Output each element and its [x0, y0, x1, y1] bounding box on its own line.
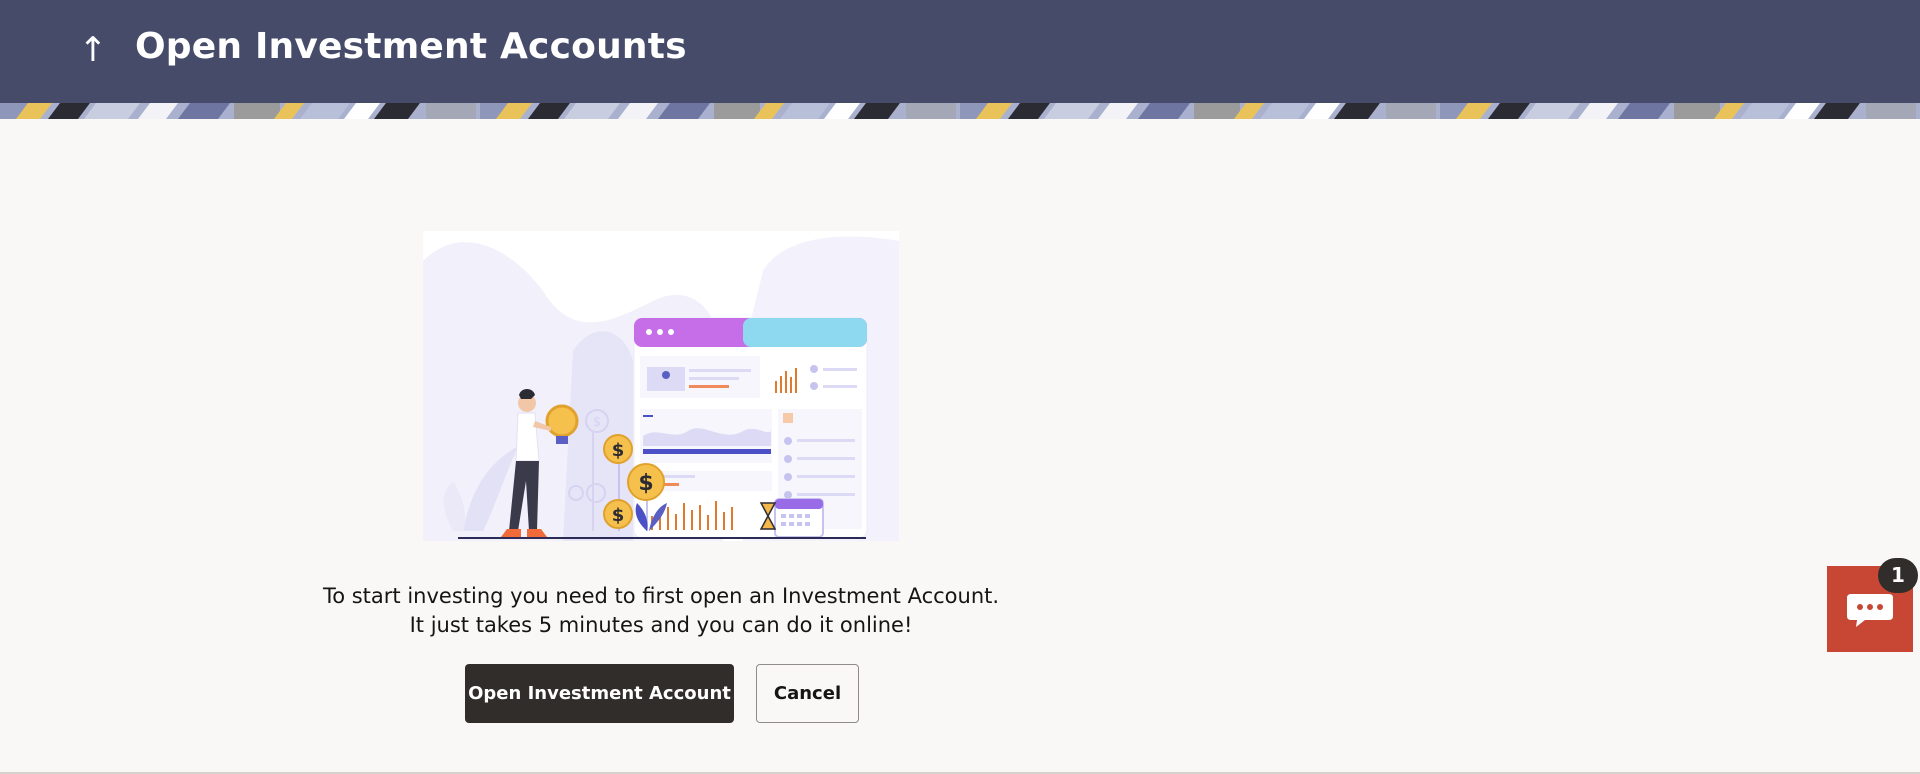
- message-line-1: To start investing you need to first ope…: [322, 584, 1000, 608]
- open-investment-account-button[interactable]: Open Investment Account: [465, 664, 734, 723]
- cancel-button[interactable]: Cancel: [756, 664, 859, 723]
- notification-badge: 1: [1878, 558, 1918, 593]
- investment-illustration: $ $ $ $: [423, 231, 899, 542]
- page-header: ↑ Open Investment Accounts: [0, 0, 1920, 103]
- svg-text:$: $: [638, 471, 653, 496]
- svg-text:$: $: [593, 415, 601, 430]
- page-title: Open Investment Accounts: [135, 26, 687, 67]
- svg-text:$: $: [612, 440, 625, 461]
- svg-text:$: $: [612, 505, 625, 526]
- arrow-up-icon[interactable]: ↑: [78, 30, 108, 70]
- decorative-banner: [0, 103, 1920, 119]
- info-message: To start investing you need to first ope…: [300, 582, 1022, 640]
- message-line-2: It just takes 5 minutes and you can do i…: [409, 613, 913, 637]
- main-content: [0, 119, 1920, 772]
